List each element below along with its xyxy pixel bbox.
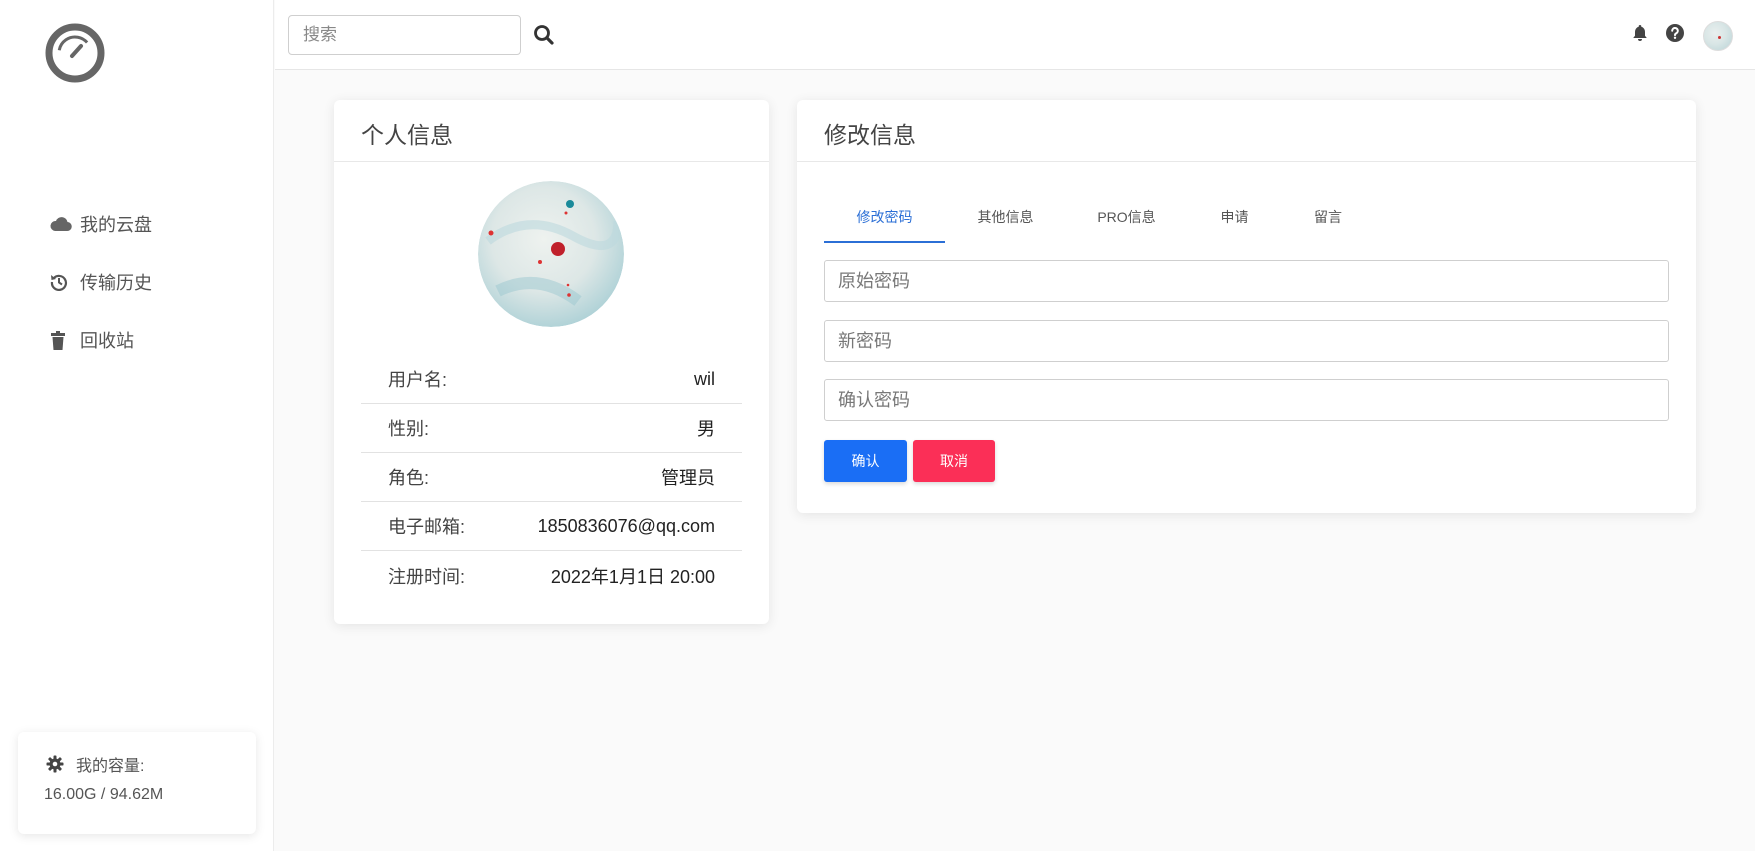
profile-info-table: 用户名: wil 性别: 男 角色: 管理员 电子邮箱: 1850836076@…: [361, 355, 742, 600]
new-password-field[interactable]: [824, 320, 1669, 362]
top-header: [275, 0, 1755, 70]
row-key: 角色:: [388, 468, 430, 488]
cloud-icon: [50, 214, 74, 234]
sidebar: 我的云盘 传输历史 回收站 我的容量: 16.00G / 94.62M: [0, 0, 274, 851]
row-key: 用户名:: [388, 370, 448, 390]
sidebar-item-cloud-drive[interactable]: 我的云盘: [50, 195, 152, 253]
tab-other-info[interactable]: 其他信息: [945, 198, 1066, 243]
confirm-button[interactable]: 确认: [824, 440, 907, 482]
profile-row-username: 用户名: wil: [361, 355, 742, 404]
tab-message[interactable]: 留言: [1282, 198, 1374, 243]
sidebar-item-label: 我的云盘: [80, 215, 152, 235]
row-value: 2022年1月1日 20:00: [550, 566, 715, 587]
row-value: 管理员: [661, 468, 715, 488]
profile-avatar: [478, 181, 624, 327]
row-key: 性别:: [388, 419, 430, 439]
sidebar-nav: 我的云盘 传输历史 回收站: [50, 195, 152, 369]
row-key: 注册时间:: [388, 566, 466, 587]
tab-apply[interactable]: 申请: [1187, 198, 1282, 243]
sidebar-item-label: 传输历史: [80, 273, 152, 293]
profile-card: 个人信息 用户名: wil 性别: 男 角色: 管理员 电子邮箱: 185083…: [334, 100, 769, 624]
edit-card-title: 修改信息: [797, 100, 1696, 162]
profile-row-email: 电子邮箱: 1850836076@qq.com: [361, 502, 742, 551]
help-icon[interactable]: [1665, 23, 1685, 43]
speedometer-logo[interactable]: [44, 22, 106, 84]
cancel-button[interactable]: 取消: [913, 440, 995, 482]
row-key: 电子邮箱:: [388, 517, 466, 537]
sidebar-item-label: 回收站: [80, 331, 134, 351]
confirm-password-field[interactable]: [824, 379, 1669, 421]
row-value: 男: [697, 419, 715, 439]
edit-info-card: 修改信息 修改密码 其他信息 PRO信息 申请 留言 确认 取消: [797, 100, 1696, 513]
profile-card-title: 个人信息: [334, 100, 769, 162]
tab-pro-info[interactable]: PRO信息: [1066, 198, 1187, 243]
search-icon[interactable]: [532, 23, 556, 47]
row-value: 1850836076@qq.com: [537, 515, 715, 536]
avatar[interactable]: [1703, 21, 1733, 51]
profile-row-registered: 注册时间: 2022年1月1日 20:00: [361, 551, 742, 600]
profile-row-gender: 性别: 男: [361, 404, 742, 453]
storage-capacity-panel: 我的容量: 16.00G / 94.62M: [18, 732, 256, 834]
original-password-field[interactable]: [824, 260, 1669, 302]
edit-tabs: 修改密码 其他信息 PRO信息 申请 留言: [824, 198, 1374, 243]
search-input[interactable]: [288, 15, 521, 55]
trash-icon: [50, 330, 74, 350]
row-value: wil: [694, 368, 715, 389]
sidebar-item-recycle-bin[interactable]: 回收站: [50, 311, 152, 369]
bell-icon[interactable]: [1630, 23, 1650, 43]
profile-row-role: 角色: 管理员: [361, 453, 742, 502]
sidebar-item-transfer-history[interactable]: 传输历史: [50, 253, 152, 311]
capacity-value: 16.00G / 94.62M: [44, 786, 164, 803]
capacity-label: 我的容量:: [76, 758, 145, 775]
gear-icon[interactable]: [46, 755, 64, 773]
tab-change-password[interactable]: 修改密码: [824, 198, 945, 243]
history-icon: [50, 272, 74, 292]
